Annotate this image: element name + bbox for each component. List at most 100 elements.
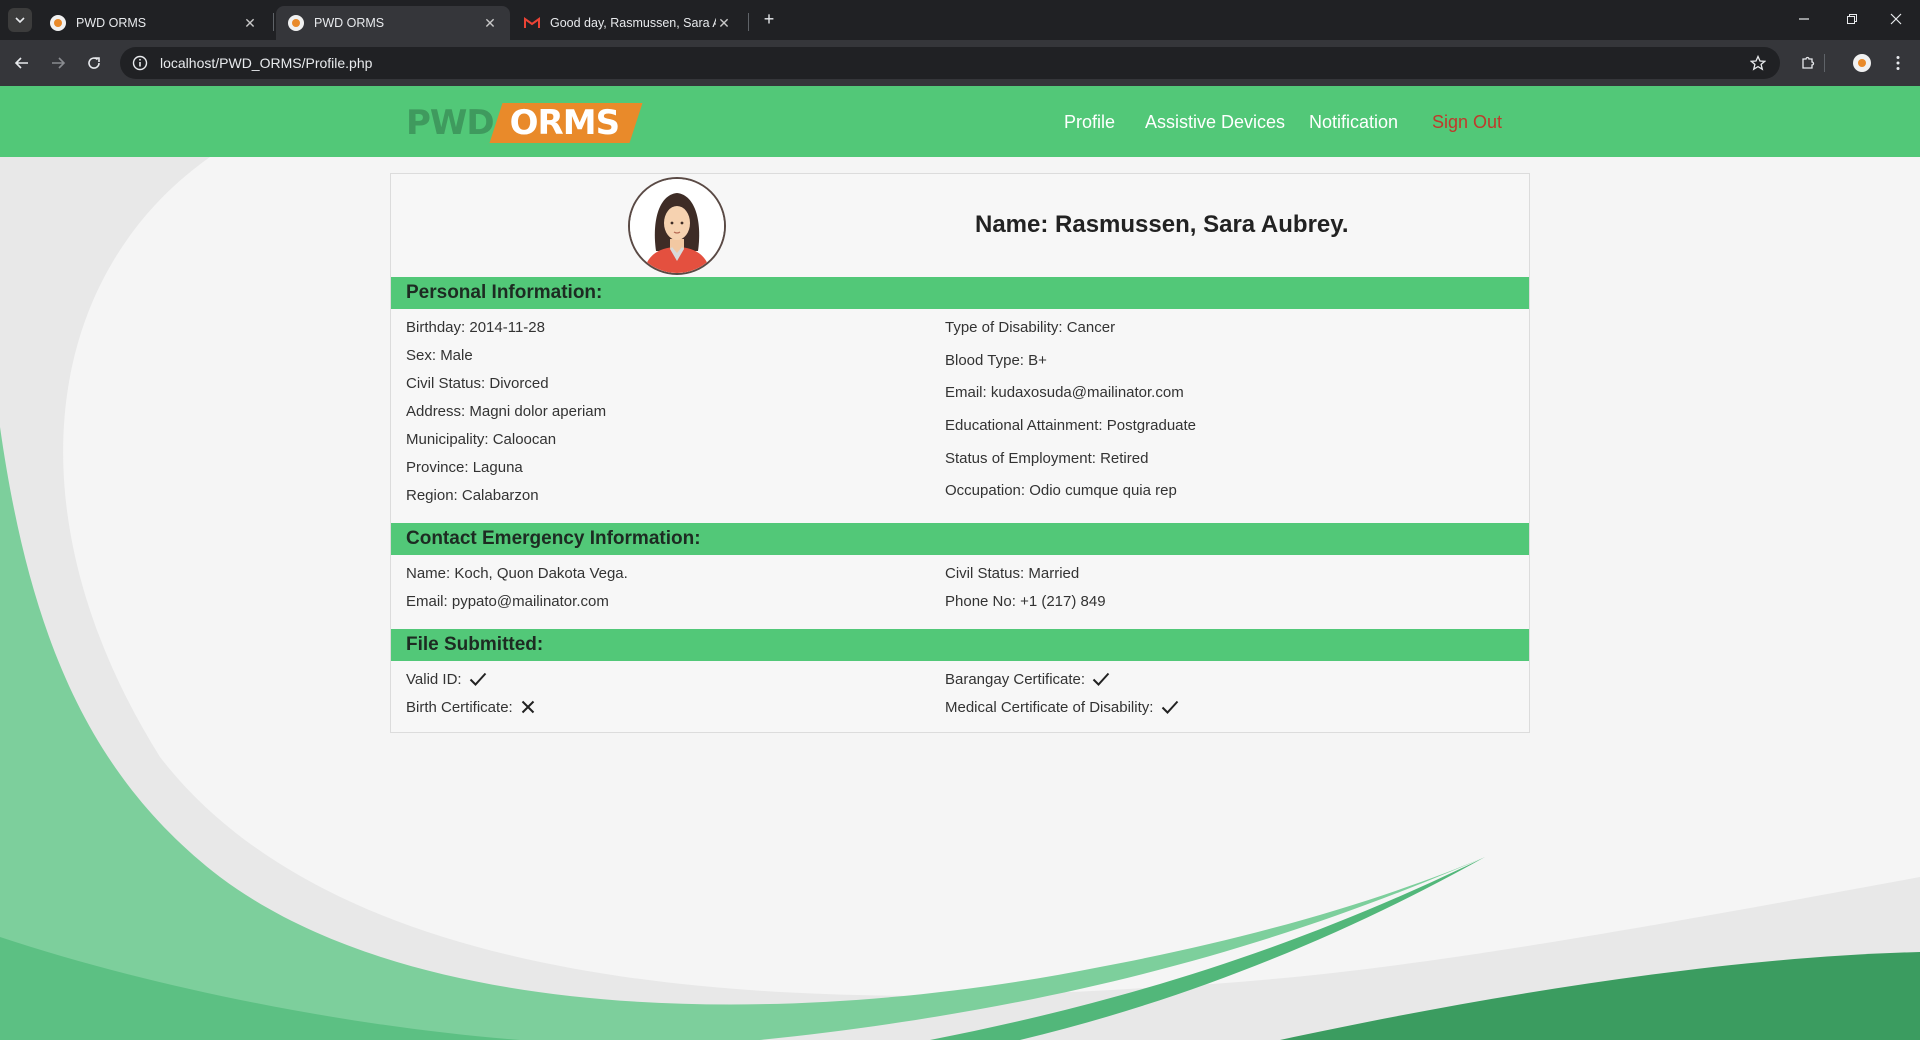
x-mark-icon	[521, 700, 535, 714]
more-vert-icon	[1896, 56, 1900, 70]
profile-avatar-button[interactable]	[1850, 51, 1874, 75]
field-valid-id: Valid ID:	[406, 671, 487, 688]
field-label: Blood Type:	[945, 352, 1024, 369]
bookmark-star-button[interactable]	[1746, 51, 1770, 75]
minimize-button[interactable]	[1784, 8, 1824, 32]
field-label: Email:	[945, 384, 987, 401]
field-occupation: Occupation: Odio cumque quia rep	[945, 482, 1177, 499]
field-value: Caloocan	[492, 431, 557, 448]
field-label: Civil Status:	[945, 565, 1025, 582]
browser-tab-2[interactable]: PWD ORMS ✕	[276, 6, 510, 40]
address-bar[interactable]: localhost/PWD_ORMS/Profile.php	[120, 47, 1780, 79]
profile-name-heading: Name: Rasmussen, Sara Aubrey.	[975, 211, 1349, 239]
field-label: Birthday:	[406, 319, 466, 336]
tab-title: Good day, Rasmussen, Sara Aub	[550, 16, 716, 30]
forward-button[interactable]	[46, 51, 70, 75]
field-medical-certificate: Medical Certificate of Disability:	[945, 699, 1179, 716]
back-button[interactable]	[10, 51, 34, 75]
minimize-icon	[1799, 18, 1809, 20]
field-birth-certificate: Birth Certificate:	[406, 699, 536, 716]
user-avatar-icon	[630, 179, 724, 273]
profile-card: Name: Rasmussen, Sara Aubrey. Personal I…	[390, 173, 1530, 733]
field-label: Name:	[406, 565, 451, 582]
field-label: Province:	[406, 459, 469, 476]
star-icon	[1750, 55, 1766, 71]
site-favicon-icon	[50, 15, 66, 31]
browser-menu-button[interactable]	[1886, 51, 1910, 75]
field-label: Status of Employment:	[945, 450, 1096, 467]
new-tab-button[interactable]: +	[757, 8, 781, 32]
logo-text-pwd: PWD	[406, 103, 495, 143]
tab-title: PWD ORMS	[76, 16, 147, 30]
field-value: Male	[440, 347, 473, 364]
tab-divider	[273, 13, 274, 31]
browser-tab-3[interactable]: Good day, Rasmussen, Sara Aub ✕	[512, 6, 744, 40]
field-label: Phone No:	[945, 593, 1016, 610]
field-label: Civil Status:	[406, 375, 486, 392]
tab-search-button[interactable]	[8, 8, 32, 32]
arrow-right-icon	[52, 57, 66, 69]
extensions-button[interactable]	[1796, 51, 1820, 75]
restore-button[interactable]	[1832, 8, 1872, 32]
field-value: Calabarzon	[461, 487, 539, 504]
avatar	[628, 177, 726, 275]
reload-button[interactable]	[82, 51, 106, 75]
field-value: Odio cumque quia rep	[1029, 482, 1177, 499]
field-birthday: Birthday: 2014-11-28	[406, 319, 545, 336]
checkmark-icon	[1093, 672, 1110, 686]
field-sex: Sex: Male	[406, 347, 473, 364]
site-favicon-icon	[288, 15, 304, 31]
close-tab-icon[interactable]: ✕	[716, 15, 732, 32]
field-value: Divorced	[489, 375, 549, 392]
close-tab-icon[interactable]: ✕	[482, 15, 498, 32]
nav-link-profile[interactable]: Profile	[1064, 112, 1115, 133]
field-value: Laguna	[472, 459, 523, 476]
field-email: Email: kudaxosuda@mailinator.com	[945, 384, 1184, 401]
checkmark-icon	[1161, 700, 1178, 714]
url-text[interactable]: localhost/PWD_ORMS/Profile.php	[160, 55, 372, 71]
field-label: Barangay Certificate:	[945, 671, 1086, 688]
field-region: Region: Calabarzon	[406, 487, 539, 504]
field-value: Married	[1028, 565, 1080, 582]
reload-icon	[88, 57, 100, 69]
field-label: Sex:	[406, 347, 437, 364]
field-address: Address: Magni dolor aperiam	[406, 403, 606, 420]
field-value: Koch, Quon Dakota Vega.	[454, 565, 628, 582]
field-label: Occupation:	[945, 482, 1026, 499]
field-label: Municipality:	[406, 431, 489, 448]
field-educational-attainment: Educational Attainment: Postgraduate	[945, 417, 1196, 434]
tab-divider	[748, 13, 749, 31]
field-municipality: Municipality: Caloocan	[406, 431, 556, 448]
checkmark-icon	[469, 672, 486, 686]
chevron-down-icon	[15, 17, 25, 24]
pwd-orms-logo[interactable]: PWD ORMS	[406, 101, 643, 145]
avatar-icon	[1853, 54, 1871, 72]
field-type-of-disability: Type of Disability: Cancer	[945, 319, 1115, 336]
close-tab-icon[interactable]: ✕	[242, 15, 258, 32]
field-value: kudaxosuda@mailinator.com	[990, 384, 1184, 401]
section-contact-emergency-information: Contact Emergency Information:	[391, 523, 1529, 555]
section-personal-information: Personal Information:	[391, 277, 1529, 309]
arrow-left-icon	[14, 57, 28, 69]
nav-link-sign-out[interactable]: Sign Out	[1432, 112, 1502, 133]
field-value: pypato@mailinator.com	[451, 593, 609, 610]
toolbar-divider	[1824, 54, 1825, 72]
field-label: Educational Attainment:	[945, 417, 1103, 434]
browser-toolbar: localhost/PWD_ORMS/Profile.php	[0, 40, 1920, 86]
field-barangay-certificate: Barangay Certificate:	[945, 671, 1110, 688]
name-label: Name:	[975, 211, 1049, 238]
nav-link-notification[interactable]: Notification	[1309, 112, 1398, 133]
field-blood-type: Blood Type: B+	[945, 352, 1047, 369]
site-navbar: PWD ORMS Profile Assistive Devices Notif…	[0, 86, 1920, 157]
close-window-button[interactable]	[1876, 8, 1916, 32]
browser-tab-strip: PWD ORMS ✕ PWD ORMS ✕ Good day, Rasmusse…	[0, 0, 1920, 40]
logo-text-orms: ORMS	[509, 103, 620, 143]
site-info-icon[interactable]	[132, 55, 148, 71]
field-label: Address:	[406, 403, 466, 420]
field-value: Postgraduate	[1106, 417, 1197, 434]
nav-link-assistive-devices[interactable]: Assistive Devices	[1145, 112, 1285, 133]
browser-tab-1[interactable]: PWD ORMS ✕	[38, 6, 270, 40]
name-value: Rasmussen, Sara Aubrey.	[1055, 211, 1349, 238]
field-status-of-employment: Status of Employment: Retired	[945, 450, 1148, 467]
field-label: Medical Certificate of Disability:	[945, 699, 1154, 716]
